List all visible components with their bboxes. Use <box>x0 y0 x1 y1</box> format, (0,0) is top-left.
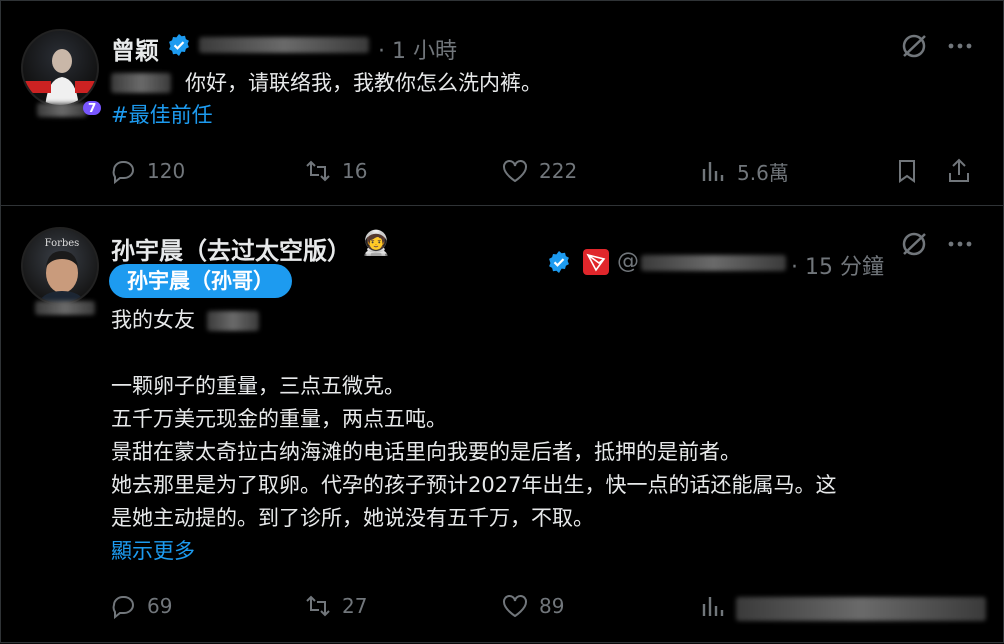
handle-redacted <box>199 37 369 53</box>
verified-icon <box>547 250 571 278</box>
verified-icon <box>167 33 191 61</box>
reply-icon <box>112 161 134 185</box>
avatar-text: Forbes <box>45 238 80 249</box>
author-name[interactable]: 孙宇晨（去过太空版） <box>111 231 351 266</box>
tweet-line: 一颗卵子的重量，三点五微克。 <box>111 374 405 398</box>
handle-prefix: @ <box>617 249 639 274</box>
share-button[interactable] <box>945 157 973 185</box>
views-count: 5.6萬 <box>737 160 789 185</box>
timestamp[interactable]: · 1 小時 <box>378 33 457 65</box>
tweet[interactable]: 7 曾颖 · 1 小時 你好，请联络我，我教你怎么洗内裤。 #最佳前任 120 … <box>1 1 1004 206</box>
astronaut-emoji: 🧑‍🚀 <box>361 229 391 257</box>
like-count: 222 <box>539 159 578 183</box>
watermark-redacted <box>736 597 986 621</box>
like-count: 89 <box>539 594 565 618</box>
name-redacted <box>207 311 259 331</box>
avatar-label <box>37 103 87 117</box>
timeline: 7 曾颖 · 1 小時 你好，请联络我，我教你怎么洗内裤。 #最佳前任 120 … <box>0 0 1004 643</box>
tweet-intro: 我的女友 <box>111 308 195 332</box>
avatar-badge: 7 <box>83 101 102 115</box>
like-button[interactable]: 222 <box>501 157 577 185</box>
grok-icon[interactable] <box>899 31 929 65</box>
author-tag[interactable]: 孙宇晨（孙哥） <box>109 264 292 298</box>
like-icon <box>503 160 527 183</box>
like-icon <box>503 595 527 618</box>
reply-button[interactable]: 120 <box>109 157 185 185</box>
timestamp[interactable]: · 15 分鐘 <box>791 249 884 281</box>
bookmark-icon <box>899 160 915 183</box>
bookmark-button[interactable] <box>893 157 921 185</box>
avatar[interactable] <box>21 29 99 107</box>
reply-count: 120 <box>147 159 186 183</box>
retweet-count: 27 <box>342 594 368 618</box>
more-icon[interactable] <box>945 229 975 263</box>
views-icon <box>702 597 724 616</box>
retweet-button[interactable]: 16 <box>304 157 367 185</box>
show-more-link[interactable]: 顯示更多 <box>111 537 195 566</box>
tweet-text: 你好，请联络我，我教你怎么洗内裤。 <box>185 71 542 95</box>
reply-button[interactable]: 69 <box>109 592 172 620</box>
grok-icon[interactable] <box>899 229 929 263</box>
tweet-line: 是她主动提的。到了诊所，她说没有五千万，不取。 <box>111 506 594 530</box>
handle-redacted <box>641 255 786 271</box>
retweet-button[interactable]: 27 <box>304 592 367 620</box>
retweet-icon <box>306 595 330 617</box>
retweet-count: 16 <box>342 159 368 183</box>
tron-logo-icon <box>583 249 609 275</box>
author-name[interactable]: 曾颖 <box>111 31 159 66</box>
like-button[interactable]: 89 <box>501 592 564 620</box>
tweet-actions: 120 16 222 5.6萬 <box>109 151 975 191</box>
reply-count: 69 <box>147 594 173 618</box>
views-button[interactable] <box>699 592 727 620</box>
views-icon <box>702 162 724 181</box>
retweet-icon <box>306 160 330 182</box>
more-icon[interactable] <box>945 31 975 65</box>
avatar[interactable]: Forbes <box>21 227 99 305</box>
mention-redacted <box>111 73 171 93</box>
reply-icon <box>112 596 134 620</box>
views-button[interactable]: 5.6萬 <box>699 157 789 186</box>
tweet-line: 五千万美元现金的重量，两点五吨。 <box>111 407 447 431</box>
tweet-line: 她去那里是为了取卵。代孕的孩子预计2027年出生，快一点的话还能属马。这 <box>111 473 837 497</box>
avatar-label <box>35 301 95 315</box>
tweet-line: 景甜在蒙太奇拉古纳海滩的电话里向我要的是后者，抵押的是前者。 <box>111 440 741 464</box>
share-icon <box>949 158 969 182</box>
hashtag-link[interactable]: #最佳前任 <box>111 101 213 130</box>
